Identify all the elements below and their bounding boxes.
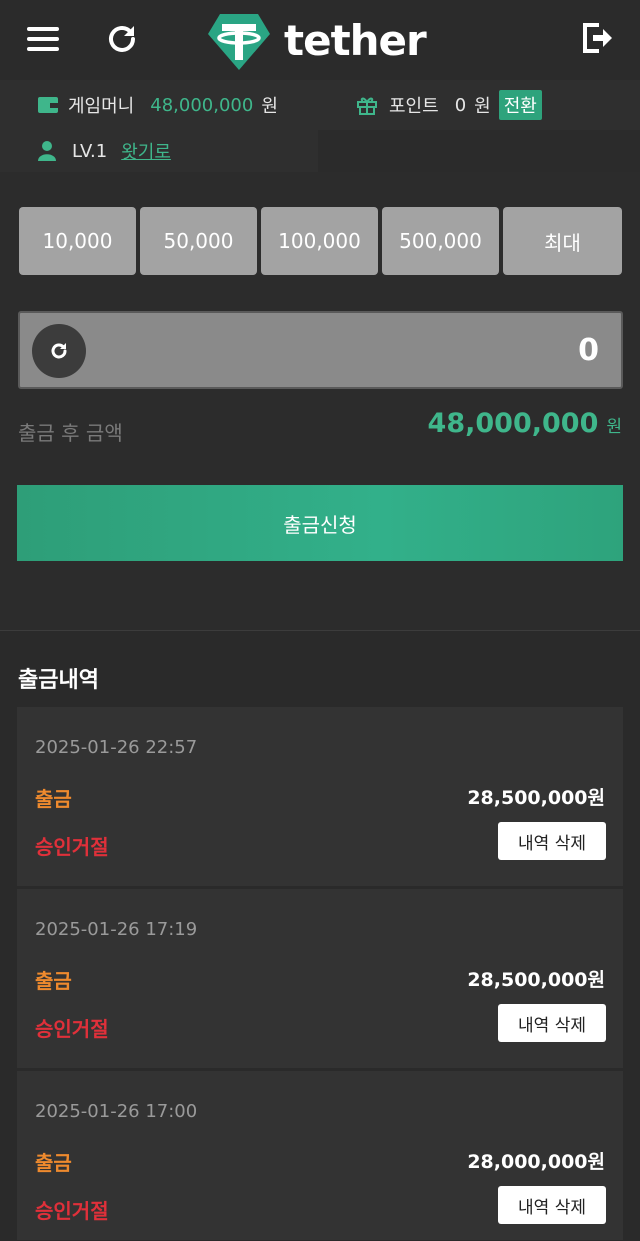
game-money-value: 48,000,000 xyxy=(150,94,254,116)
section-divider xyxy=(0,630,640,631)
record-amount: 28,000,000원 xyxy=(467,1151,605,1173)
withdraw-request-button[interactable]: 출금신청 xyxy=(17,485,623,561)
record-date: 2025-01-26 17:00 xyxy=(35,1101,198,1122)
user-icon xyxy=(38,141,56,161)
record-amount: 28,500,000원 xyxy=(467,969,605,991)
game-money: 게임머니 48,000,000 원 xyxy=(38,92,278,118)
point-label: 포인트 xyxy=(389,96,439,117)
logo-text: tether xyxy=(284,16,427,65)
game-money-label: 게임머니 xyxy=(68,96,135,117)
record-status: 승인거절 xyxy=(35,1199,109,1223)
record-date: 2025-01-26 17:19 xyxy=(35,919,198,940)
convert-button[interactable]: 전환 xyxy=(498,90,542,120)
after-balance-label: 출금 후 금액 xyxy=(18,421,123,445)
history-record: 2025-01-26 22:57 출금 28,500,000원 승인거절 내역 … xyxy=(17,707,623,887)
amount-button-100000[interactable]: 100,000 xyxy=(261,207,378,275)
tether-logo[interactable]: tether xyxy=(206,12,436,72)
amount-value: 0 xyxy=(578,333,599,368)
wallet-icon xyxy=(38,97,58,113)
after-balance-unit: 원 xyxy=(606,417,622,437)
amount-button-max[interactable]: 최대 xyxy=(503,207,622,275)
tether-logo-icon xyxy=(208,14,270,70)
level-row: LV.1 왓기로 xyxy=(0,130,318,172)
gift-icon xyxy=(357,97,377,115)
history-record: 2025-01-26 17:00 출금 28,000,000원 승인거절 내역 … xyxy=(17,1071,623,1241)
refresh-icon[interactable] xyxy=(105,22,139,56)
history-title: 출금내역 xyxy=(18,668,99,693)
wallet-info-row: 게임머니 48,000,000 원 포인트 0 원 전환 xyxy=(0,80,640,130)
reset-amount-button[interactable] xyxy=(32,324,86,378)
logout-icon[interactable] xyxy=(581,22,613,54)
point-unit: 원 xyxy=(474,96,491,117)
amount-button-10000[interactable]: 10,000 xyxy=(19,207,136,275)
record-date: 2025-01-26 22:57 xyxy=(35,737,198,758)
delete-record-button[interactable]: 내역 삭제 xyxy=(498,822,606,860)
record-type: 출금 xyxy=(35,787,72,811)
record-type: 출금 xyxy=(35,969,72,993)
level-link[interactable]: 왓기로 xyxy=(121,138,171,164)
reset-icon xyxy=(51,343,67,359)
delete-record-button[interactable]: 내역 삭제 xyxy=(498,1004,606,1042)
record-type: 출금 xyxy=(35,1151,72,1175)
level-text: LV.1 xyxy=(72,140,108,162)
menu-icon[interactable] xyxy=(27,27,59,51)
amount-button-500000[interactable]: 500,000 xyxy=(382,207,499,275)
amount-input[interactable]: 0 xyxy=(18,311,623,389)
after-balance-value: 48,000,000 xyxy=(427,408,599,439)
level-info: LV.1 왓기로 xyxy=(38,138,171,164)
point-value: 0 xyxy=(454,94,467,116)
delete-record-button[interactable]: 내역 삭제 xyxy=(498,1186,606,1224)
record-amount: 28,500,000원 xyxy=(467,787,605,809)
points: 포인트 0 원 전환 xyxy=(357,90,542,120)
record-status: 승인거절 xyxy=(35,835,109,859)
top-header: tether xyxy=(0,0,640,80)
after-balance: 48,000,000 원 xyxy=(428,408,622,439)
amount-button-50000[interactable]: 50,000 xyxy=(140,207,257,275)
level-row-filler xyxy=(318,130,640,172)
game-money-unit: 원 xyxy=(261,96,278,117)
record-status: 승인거절 xyxy=(35,1017,109,1041)
history-record: 2025-01-26 17:19 출금 28,500,000원 승인거절 내역 … xyxy=(17,889,623,1069)
